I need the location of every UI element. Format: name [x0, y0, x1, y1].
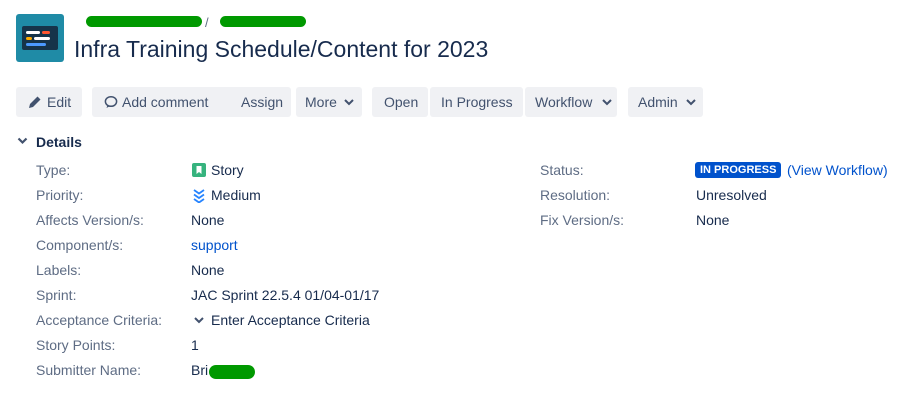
edit-button[interactable]: Edit [16, 87, 82, 117]
workflow-button-label: Workflow [535, 94, 593, 110]
open-transition-label: Open [384, 94, 419, 110]
admin-button-label: Admin [638, 94, 678, 110]
in-progress-transition-button[interactable]: In Progress [430, 87, 523, 117]
story-points-label: Story Points: [36, 337, 116, 353]
add-comment-button[interactable]: Add comment [92, 87, 236, 117]
priority-label: Priority: [36, 187, 84, 203]
details-heading: Details [36, 134, 82, 150]
chevron-down-icon [686, 99, 696, 106]
view-workflow-link[interactable]: (View Workflow) [787, 162, 888, 178]
more-button-label: More [305, 94, 337, 110]
submitter-name-label: Submitter Name: [36, 362, 142, 378]
type-label: Type: [36, 162, 71, 178]
fix-versions-value: None [696, 212, 730, 228]
story-icon [192, 163, 206, 177]
breadcrumb-separator: / [205, 15, 209, 30]
breadcrumb-issue-key-redacted[interactable] [220, 16, 306, 27]
avatar-line [42, 31, 50, 34]
issue-view: / Infra Training Schedule/Content for 20… [0, 0, 921, 403]
chevron-down-icon [17, 137, 28, 145]
pencil-icon [29, 96, 41, 108]
more-button[interactable]: More [296, 87, 362, 117]
assign-button[interactable]: Assign [230, 87, 291, 117]
resolution-label: Resolution: [540, 187, 611, 203]
priority-value-label: Medium [211, 187, 261, 203]
acceptance-criteria-label: Acceptance Criteria: [36, 312, 163, 328]
affects-versions-value: None [191, 212, 225, 228]
submitter-name-text: Bri [191, 362, 209, 378]
in-progress-transition-label: In Progress [441, 94, 513, 110]
project-avatar[interactable] [16, 14, 64, 62]
open-transition-button[interactable]: Open [372, 87, 428, 117]
status-label: Status: [540, 162, 584, 178]
sprint-label: Sprint: [36, 287, 77, 303]
add-comment-button-label: Add comment [122, 94, 209, 110]
labels-label: Labels: [36, 262, 82, 278]
breadcrumb-project-redacted[interactable] [86, 16, 202, 27]
page-title: Infra Training Schedule/Content for 2023 [74, 36, 489, 62]
story-points-value: 1 [191, 337, 199, 353]
affects-versions-label: Affects Version/s: [36, 212, 144, 228]
submitter-name-redacted [209, 365, 255, 379]
fix-versions-label: Fix Version/s: [540, 212, 625, 228]
assign-button-label: Assign [241, 94, 284, 110]
avatar-line [26, 43, 46, 46]
chevron-down-icon [602, 99, 612, 106]
avatar-line [34, 37, 50, 40]
acceptance-criteria-value: Enter Acceptance Criteria [211, 312, 370, 328]
comment-icon [104, 95, 118, 108]
sprint-value[interactable]: JAC Sprint 22.5.4 01/04-01/17 [191, 287, 379, 303]
avatar-line [26, 31, 40, 34]
chevron-down-icon [194, 317, 204, 324]
workflow-button[interactable]: Workflow [525, 87, 617, 117]
priority-medium-icon [193, 189, 205, 203]
labels-value: None [191, 262, 225, 278]
project-avatar-screen [22, 26, 58, 50]
components-label: Component/s: [36, 237, 124, 253]
admin-button[interactable]: Admin [628, 87, 703, 117]
chevron-down-icon [344, 99, 354, 106]
type-value-label: Story [211, 162, 244, 178]
resolution-value: Unresolved [696, 187, 767, 203]
edit-button-label: Edit [47, 94, 72, 110]
component-support-link[interactable]: support [191, 237, 238, 253]
avatar-line [26, 37, 32, 40]
status-badge: IN PROGRESS [695, 162, 782, 178]
